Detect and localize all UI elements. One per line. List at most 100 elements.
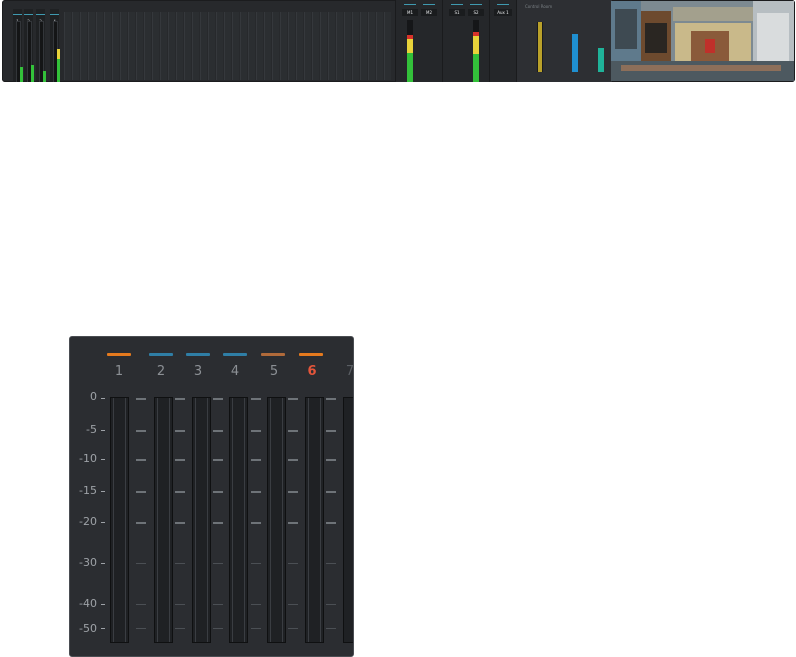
bus-label-m1[interactable]: M1 (402, 9, 418, 16)
scale-label-minus40: -40 (79, 597, 97, 610)
empty-channel-tile (232, 12, 239, 80)
scale-label-minus5: -5 (86, 423, 97, 436)
channel-1-meter (110, 397, 129, 643)
empty-channel-tile (280, 12, 287, 80)
meter-inner (113, 398, 126, 642)
viewer-thumbnail[interactable] (611, 1, 794, 81)
scale-dash (101, 398, 105, 399)
meter-tick (251, 522, 261, 524)
mixer-channel-2[interactable]: 2 (24, 9, 34, 82)
channel-6-meter (305, 397, 324, 643)
meter-level (572, 34, 578, 72)
channel-6-label[interactable]: 6 (297, 364, 327, 379)
bus-label-s2[interactable]: S2 (468, 9, 484, 16)
meter-tick (175, 459, 185, 461)
scale-label-0: 0 (90, 390, 97, 403)
mixer-channel-4[interactable]: 4 (50, 9, 60, 82)
empty-channel-tile (240, 12, 247, 80)
meter-level (538, 22, 542, 72)
empty-channel-tile (208, 12, 215, 80)
bus-label-m2[interactable]: M2 (421, 9, 437, 16)
empty-channel-tile (64, 12, 71, 80)
scale-dash (101, 430, 105, 431)
meter-tick (251, 398, 261, 400)
bus-color-marker (497, 4, 509, 5)
meter-tick (326, 491, 336, 493)
bus-color-marker (470, 4, 482, 5)
mixer-channel-1[interactable]: 1 (13, 9, 23, 82)
empty-channel-tile (192, 12, 199, 80)
meter-green-segment (407, 53, 413, 82)
meter-level (43, 71, 46, 82)
mixer-channel-3[interactable]: 3 (36, 9, 46, 82)
channel-3-label[interactable]: 3 (183, 364, 213, 379)
mixer-overview-strip: 1 2 3 4 M1 M2 S1 S2 (2, 0, 795, 82)
scale-dash (101, 563, 105, 564)
meter-tick-minor (175, 563, 185, 564)
channel-color-marker (13, 14, 22, 15)
empty-channel-tile (184, 12, 191, 80)
channel-5-label[interactable]: 5 (259, 364, 289, 379)
channel-7-label[interactable]: 7 (335, 364, 353, 379)
channel-1-label[interactable]: 1 (104, 364, 134, 379)
empty-channel-tile (176, 12, 183, 80)
scale-dash (101, 628, 105, 629)
channel-color-marker (24, 14, 33, 15)
empty-channel-tile (96, 12, 103, 80)
control-room-section: Control Room (516, 0, 612, 82)
scale-label-minus30: -30 (79, 556, 97, 569)
empty-channel-tile (144, 12, 151, 80)
empty-channel-tile (216, 12, 223, 80)
empty-channel-tile (168, 12, 175, 80)
m1-meter (407, 20, 413, 82)
meter-tick (213, 491, 223, 493)
channel-1-color-bar (107, 353, 131, 356)
meter-tick (288, 522, 298, 524)
empty-channel-tile (128, 12, 135, 80)
channel-7-meter (343, 397, 353, 643)
meter-yellow-segment (407, 39, 413, 53)
bus-color-marker (451, 4, 463, 5)
channel-5-color-bar (261, 353, 285, 356)
empty-channel-tile (344, 12, 351, 80)
empty-channel-tile (224, 12, 231, 80)
scale-label-minus20: -20 (79, 515, 97, 528)
meter-inner (195, 398, 208, 642)
empty-channel-tile (312, 12, 319, 80)
empty-channel-tile (360, 12, 367, 80)
channel-6-color-bar (299, 353, 323, 356)
s2-meter (473, 20, 479, 82)
empty-channel-tile (112, 12, 119, 80)
empty-channel-tile (248, 12, 255, 80)
meter-tick (288, 430, 298, 432)
empty-channel-tile (296, 12, 303, 80)
scale-dash (101, 522, 105, 523)
empty-channel-tile (264, 12, 271, 80)
meter-tick (251, 430, 261, 432)
empty-channel-tile (288, 12, 295, 80)
loudness-meter-s (598, 48, 604, 72)
meter-level (20, 67, 23, 82)
meter-tick (175, 398, 185, 400)
channel-4-color-bar (223, 353, 247, 356)
loudness-meter-m (572, 34, 578, 72)
scale-dash (101, 604, 105, 605)
channel-2-label[interactable]: 2 (146, 364, 176, 379)
bus-color-marker (404, 4, 416, 5)
meter-level (31, 65, 34, 82)
meter-tick-minor (288, 563, 298, 564)
channel-4-label[interactable]: 4 (220, 364, 250, 379)
control-room-meter (537, 22, 543, 72)
bus-label-aux1[interactable]: Aux 1 (494, 9, 512, 16)
meter-tick-minor (326, 628, 336, 629)
channel-5-meter (267, 397, 286, 643)
meter-inner (232, 398, 245, 642)
meter-inner (270, 398, 283, 642)
empty-channel-tile (368, 12, 375, 80)
bus-label-s1[interactable]: S1 (449, 9, 465, 16)
empty-channel-tile (104, 12, 111, 80)
empty-channel-tile (376, 12, 383, 80)
meter-tick-minor (326, 604, 336, 605)
meter-tick (326, 398, 336, 400)
channel-meter (39, 21, 46, 82)
